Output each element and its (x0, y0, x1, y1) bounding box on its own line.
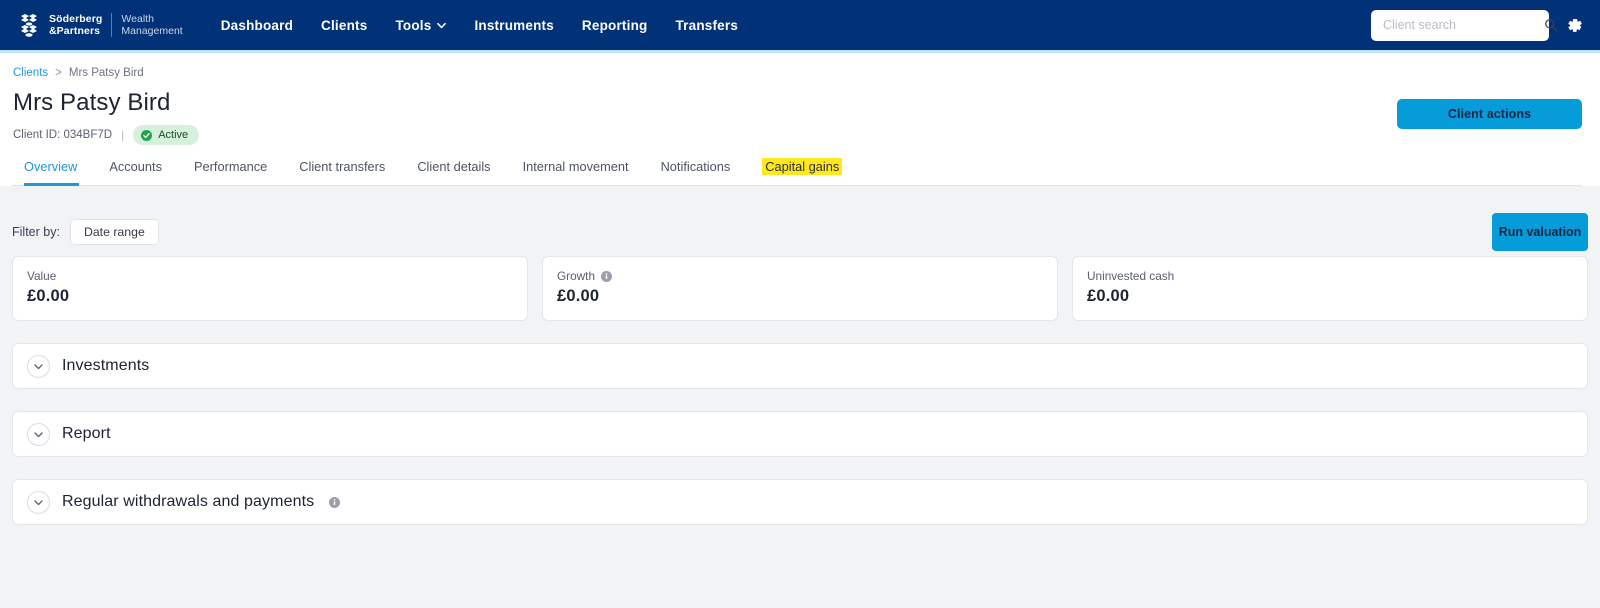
nav-link-transfers[interactable]: Transfers (675, 18, 738, 33)
nav-link-dashboard[interactable]: Dashboard (221, 18, 293, 33)
client-search-box[interactable] (1371, 9, 1558, 41)
accordion-report-title: Report (62, 425, 111, 442)
nav-link-reporting-label: Reporting (581, 17, 648, 33)
nav-link-instruments-label: Instruments (474, 17, 554, 33)
brand-logo[interactable]: Söderberg &Partners Wealth Management (18, 13, 183, 37)
meta-separator: | (121, 128, 125, 142)
status-badge-label: Active (158, 129, 189, 141)
breadcrumb-link-clients[interactable]: Clients (13, 67, 48, 79)
stat-card-value-label: Value (27, 269, 57, 283)
top-navigation-bar: Söderberg &Partners Wealth Management Da… (0, 0, 1600, 50)
nav-link-instruments[interactable]: Instruments (474, 18, 553, 33)
stat-card-growth-label-row: Growth (557, 269, 1043, 283)
stat-card-value-amount: £0.00 (27, 287, 70, 305)
accordion-regular-withdrawals-title: Regular withdrawals and payments (62, 493, 315, 510)
filter-row: Filter by: Date range Run valuation (12, 186, 1588, 254)
summary-stat-cards: Value £0.00 Growth £0.00 Uninvested cash… (12, 256, 1588, 321)
nav-link-clients[interactable]: Clients (321, 18, 367, 33)
stat-card-uninvested-cash-amount: £0.00 (1087, 287, 1130, 305)
nav-link-dashboard-label: Dashboard (220, 17, 294, 33)
stat-card-uninvested-cash-label-row: Uninvested cash (1087, 269, 1573, 283)
status-badge: Active (133, 125, 200, 145)
chevron-down-icon (34, 431, 43, 437)
logo-primary-line1: Söderberg (49, 13, 103, 25)
breadcrumb-current: Mrs Patsy Bird (68, 67, 144, 79)
breadcrumb-separator: > (55, 67, 62, 79)
tab-accounts-label: Accounts (109, 159, 162, 174)
accordion-investments-toggle[interactable] (27, 354, 50, 378)
accordion-report-toggle[interactable] (27, 422, 50, 446)
tab-client-details-label: Client details (417, 159, 491, 174)
stat-card-uninvested-cash: Uninvested cash £0.00 (1072, 256, 1588, 321)
filter-by-label: Filter by: (12, 224, 60, 239)
accordion-report[interactable]: Report (12, 411, 1588, 457)
stat-card-uninvested-cash-label: Uninvested cash (1087, 269, 1175, 283)
nav-link-tools-label: Tools (395, 17, 432, 33)
client-id-label: Client ID: 034BF7D (13, 129, 113, 141)
tab-accounts[interactable]: Accounts (93, 159, 178, 185)
tab-notifications-label: Notifications (660, 159, 731, 174)
tab-client-transfers[interactable]: Client transfers (283, 159, 401, 185)
logo-secondary-line1: Wealth (121, 13, 154, 25)
tab-internal-movement[interactable]: Internal movement (507, 159, 645, 185)
tab-client-transfers-label: Client transfers (299, 159, 386, 174)
run-valuation-button[interactable]: Run valuation (1492, 212, 1588, 251)
tab-capital-gains-label: Capital gains (762, 158, 843, 175)
search-icon[interactable] (1544, 18, 1558, 32)
tab-performance[interactable]: Performance (178, 159, 283, 185)
tab-performance-label: Performance (193, 159, 268, 174)
nav-link-transfers-label: Transfers (675, 17, 739, 33)
logo-primary-line2: &Partners (49, 25, 101, 37)
accordion-investments[interactable]: Investments (12, 343, 1588, 389)
chevron-down-icon (34, 499, 43, 505)
nav-link-tools[interactable]: Tools (395, 17, 447, 33)
stat-card-growth: Growth £0.00 (542, 256, 1058, 321)
breadcrumb: Clients > Mrs Patsy Bird (12, 67, 1582, 79)
info-icon[interactable] (329, 496, 341, 508)
tab-internal-movement-label: Internal movement (522, 159, 629, 174)
logo-divider (111, 13, 113, 37)
tab-overview[interactable]: Overview (24, 159, 93, 186)
client-actions-button[interactable]: Client actions (1397, 99, 1582, 129)
client-meta-row: Client ID: 034BF7D | Active (12, 125, 1582, 145)
tab-overview-label: Overview (24, 159, 78, 174)
gear-icon[interactable] (1565, 16, 1584, 35)
logo-secondary-line2: Management (121, 25, 183, 37)
nav-link-clients-label: Clients (321, 17, 368, 33)
tab-capital-gains[interactable]: Capital gains (746, 158, 858, 185)
search-input[interactable] (1383, 18, 1544, 32)
nav-link-reporting[interactable]: Reporting (582, 18, 648, 33)
client-header: Clients > Mrs Patsy Bird Mrs Patsy Bird … (0, 53, 1600, 186)
stat-card-value: Value £0.00 (12, 256, 528, 321)
tab-notifications[interactable]: Notifications (645, 159, 747, 185)
stat-card-growth-amount: £0.00 (557, 287, 600, 305)
info-icon[interactable] (601, 270, 613, 282)
primary-nav-links: Dashboard Clients Tools Instruments Repo… (221, 18, 738, 33)
stat-card-growth-label: Growth (557, 269, 596, 283)
chevron-down-icon (437, 22, 447, 28)
accordion-investments-title: Investments (62, 357, 150, 374)
accordion-regular-withdrawals-toggle[interactable] (27, 490, 50, 514)
soderberg-partners-crest-icon (21, 14, 37, 37)
check-circle-icon (141, 129, 153, 141)
date-range-filter-button[interactable]: Date range (69, 218, 159, 245)
page-title: Mrs Patsy Bird (13, 89, 171, 116)
topnav-right-group (1371, 9, 1584, 41)
accordion-regular-withdrawals-and-payments[interactable]: Regular withdrawals and payments (12, 479, 1588, 525)
main-content: Filter by: Date range Run valuation Valu… (0, 186, 1600, 525)
chevron-down-icon (34, 363, 43, 369)
tab-client-details[interactable]: Client details (401, 159, 506, 185)
accordion-regular-withdrawals-info[interactable] (329, 496, 341, 508)
client-tab-bar: Overview Accounts Performance Client tra… (12, 158, 1582, 186)
stat-card-value-label-row: Value (27, 269, 513, 283)
